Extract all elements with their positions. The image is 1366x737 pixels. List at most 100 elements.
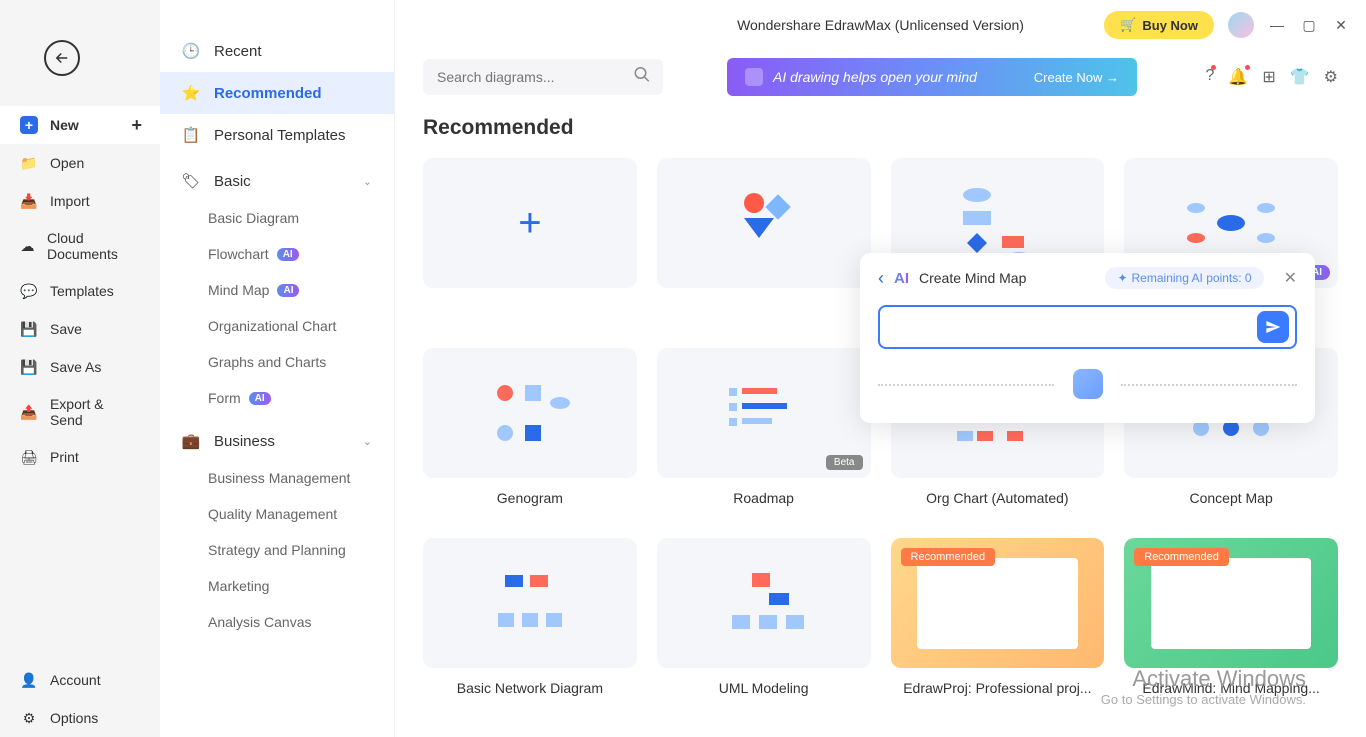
sub-graphs[interactable]: Graphs and Charts: [160, 344, 394, 380]
ai-input-wrap: [878, 305, 1297, 349]
plus-icon: +: [20, 116, 38, 134]
flowchart-icon: [947, 183, 1047, 263]
menu-new[interactable]: + New +: [0, 106, 160, 144]
menu-export-label: Export & Send: [50, 396, 140, 428]
print-icon: 🖨: [20, 448, 38, 466]
header-tools: ? 🔔 ⊞ 👕 ⚙: [1206, 67, 1339, 87]
card-genogram[interactable]: Genogram: [423, 348, 637, 518]
recommended-badge: Recommended: [1134, 548, 1229, 566]
nav-recommended[interactable]: ⭐ Recommended: [160, 72, 394, 114]
import-icon: 📥: [20, 192, 38, 210]
mindmap-icon: [1181, 183, 1281, 263]
close-button[interactable]: ✕: [1332, 17, 1350, 34]
menu-options[interactable]: ⚙ Options: [0, 699, 160, 737]
uml-icon: [714, 563, 814, 643]
sub-form[interactable]: FormAI: [160, 380, 394, 416]
sparkle-icon: ✦: [1117, 271, 1127, 285]
card-label: EdrawMind: Mind Mapping...: [1124, 668, 1338, 708]
card-shapes[interactable]: [657, 158, 871, 328]
sub-marketing[interactable]: Marketing: [160, 568, 394, 604]
minimize-button[interactable]: —: [1268, 17, 1286, 33]
section-basic[interactable]: 🏷 Basic ⌄: [160, 156, 394, 200]
card-blank[interactable]: +: [423, 158, 637, 328]
menu-cloud[interactable]: ☁ Cloud Documents: [0, 220, 160, 272]
sub-quality[interactable]: Quality Management: [160, 496, 394, 532]
plus-add-icon[interactable]: +: [131, 115, 142, 136]
ai-logo: AI: [894, 270, 909, 287]
category-sidebar: 🕒 Recent ⭐ Recommended 📋 Personal Templa…: [160, 0, 395, 737]
ai-badge: AI: [249, 392, 271, 405]
card-label: [657, 288, 871, 312]
ai-banner-text: AI drawing helps open your mind: [773, 69, 977, 85]
section-business[interactable]: 💼 Business ⌄: [160, 416, 394, 460]
back-button[interactable]: [44, 40, 80, 76]
user-avatar[interactable]: [1228, 12, 1254, 38]
menu-print[interactable]: 🖨 Print: [0, 438, 160, 476]
help-icon[interactable]: ?: [1206, 67, 1215, 87]
nav-recent[interactable]: 🕒 Recent: [160, 30, 394, 72]
menu-templates[interactable]: 💬 Templates: [0, 272, 160, 310]
nav-personal[interactable]: 📋 Personal Templates: [160, 114, 394, 156]
buy-now-button[interactable]: 🛒 Buy Now: [1104, 11, 1214, 39]
menu-save[interactable]: 💾 Save: [0, 310, 160, 348]
modal-close-button[interactable]: ✕: [1284, 268, 1297, 288]
chevron-down-icon: ⌄: [363, 175, 372, 188]
menu-options-label: Options: [50, 710, 98, 726]
card-edrawproj[interactable]: Recommended EdrawProj: Professional proj…: [891, 538, 1105, 708]
create-now-label: Create Now →: [1034, 70, 1119, 85]
sub-flowchart[interactable]: FlowchartAI: [160, 236, 394, 272]
roadmap-icon: [714, 373, 814, 453]
sub-basic-diagram[interactable]: Basic Diagram: [160, 200, 394, 236]
sub-org-chart[interactable]: Organizational Chart: [160, 308, 394, 344]
promo-preview: [917, 558, 1077, 649]
card-label: Roadmap: [657, 478, 871, 518]
modal-back-button[interactable]: ‹: [878, 268, 884, 289]
nav-personal-label: Personal Templates: [214, 127, 345, 144]
network-icon: [480, 563, 580, 643]
chevron-down-icon: ⌄: [363, 435, 372, 448]
bell-icon[interactable]: 🔔: [1228, 67, 1248, 87]
tag-icon: 🏷: [182, 172, 200, 190]
card-edrawmind[interactable]: Recommended EdrawMind: Mind Mapping...: [1124, 538, 1338, 708]
menu-save-as[interactable]: 💾 Save As: [0, 348, 160, 386]
ai-points-pill[interactable]: ✦ Remaining AI points: 0: [1105, 267, 1263, 289]
star-icon: ⭐: [182, 84, 200, 102]
card-label: Basic Network Diagram: [423, 668, 637, 708]
cloud-icon: ☁: [20, 237, 35, 255]
toolbar: AI drawing helps open your mind Create N…: [395, 50, 1366, 116]
apps-icon[interactable]: ⊞: [1262, 67, 1275, 87]
templates-icon: 💬: [20, 282, 38, 300]
bot-icon: [1073, 369, 1103, 399]
template-grid: + AI Basic Flowchart: [423, 158, 1338, 708]
section-heading: Recommended: [423, 116, 1338, 140]
sub-analysis[interactable]: Analysis Canvas: [160, 604, 394, 640]
section-basic-label: Basic: [214, 173, 251, 190]
sub-biz-mgmt[interactable]: Business Management: [160, 460, 394, 496]
menu-export[interactable]: 📤 Export & Send: [0, 386, 160, 438]
menu-open[interactable]: 📁 Open: [0, 144, 160, 182]
search-input[interactable]: [423, 59, 663, 95]
ai-banner[interactable]: AI drawing helps open your mind Create N…: [727, 58, 1137, 96]
shapes-icon: [714, 183, 814, 263]
ai-prompt-input[interactable]: [882, 309, 1257, 345]
card-label: [423, 288, 637, 312]
maximize-button[interactable]: ▢: [1300, 17, 1318, 34]
search-icon[interactable]: [633, 66, 651, 89]
card-roadmap[interactable]: Beta Roadmap: [657, 348, 871, 518]
plus-icon: +: [518, 201, 541, 246]
settings-icon[interactable]: ⚙: [1324, 67, 1338, 87]
shirt-icon[interactable]: 👕: [1290, 67, 1310, 87]
card-network[interactable]: Basic Network Diagram: [423, 538, 637, 708]
recommended-badge: Recommended: [901, 548, 996, 566]
menu-import[interactable]: 📥 Import: [0, 182, 160, 220]
sub-strategy[interactable]: Strategy and Planning: [160, 532, 394, 568]
menu-account-label: Account: [50, 672, 101, 688]
card-uml[interactable]: UML Modeling: [657, 538, 871, 708]
menu-templates-label: Templates: [50, 283, 114, 299]
card-label: EdrawProj: Professional proj...: [891, 668, 1105, 708]
app-title: Wondershare EdrawMax (Unlicensed Version…: [737, 17, 1024, 33]
menu-account[interactable]: 👤 Account: [0, 661, 160, 699]
sub-mind-map[interactable]: Mind MapAI: [160, 272, 394, 308]
beta-badge: Beta: [826, 455, 863, 470]
send-button[interactable]: [1257, 311, 1289, 343]
